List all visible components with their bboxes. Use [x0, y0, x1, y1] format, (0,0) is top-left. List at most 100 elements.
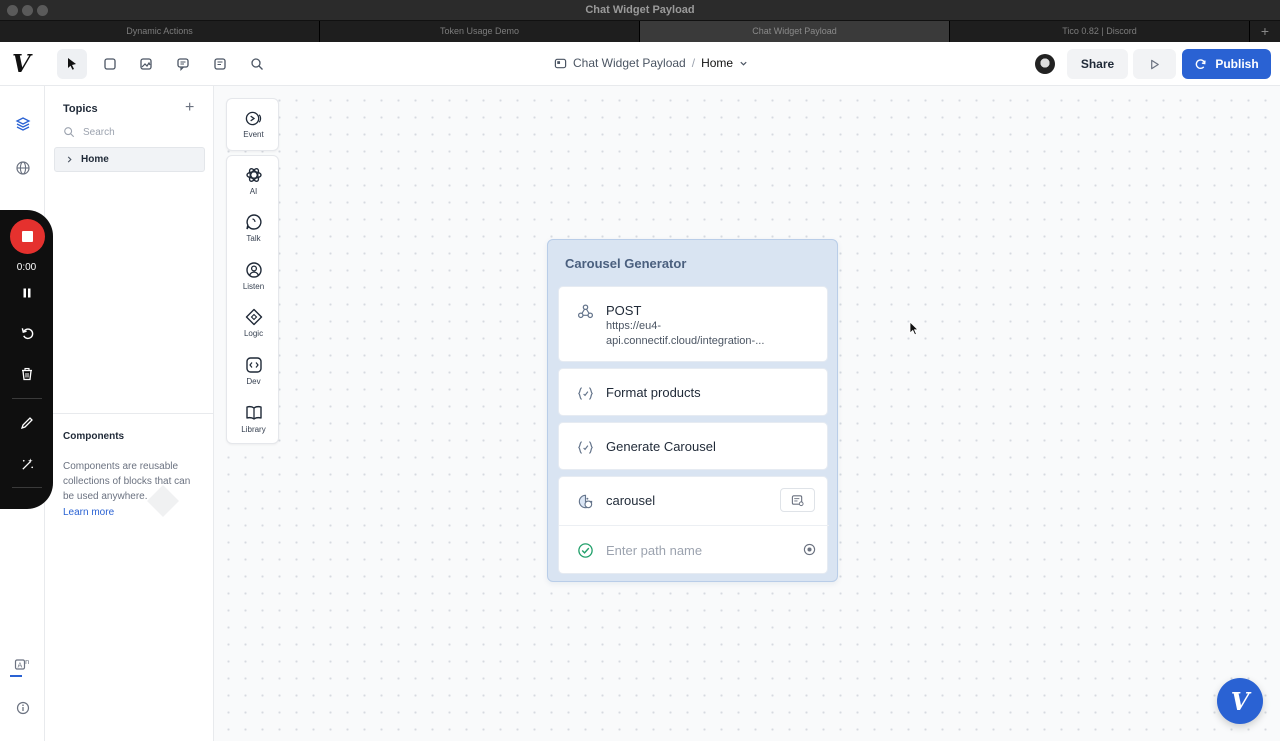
pause-icon[interactable]: [18, 284, 36, 302]
chat-launcher-button[interactable]: V: [1217, 678, 1263, 724]
comment-tool-button[interactable]: [168, 49, 198, 79]
user-circle-icon: [245, 262, 262, 278]
chat-bubble-icon: [245, 214, 262, 230]
pointer-icon: [68, 58, 76, 70]
topics-search[interactable]: Search: [63, 126, 115, 138]
card-settings-icon: [791, 494, 804, 506]
step-title: Generate Carousel: [606, 439, 716, 454]
palette-item-event[interactable]: Event: [227, 110, 280, 139]
step-divider: [559, 525, 829, 526]
carousel-icon: [576, 492, 594, 510]
node-title[interactable]: Carousel Generator: [565, 256, 686, 271]
palette-label: Logic: [243, 329, 264, 338]
window-titlebar: Chat Widget Payload: [0, 0, 1280, 21]
share-button[interactable]: Share: [1067, 49, 1128, 79]
magic-wand-icon[interactable]: [18, 455, 36, 473]
path-name-input[interactable]: Enter path name: [606, 543, 702, 558]
topics-title: Topics: [63, 103, 98, 115]
step-generate-carousel[interactable]: Generate Carousel: [558, 422, 828, 470]
search-tool-button[interactable]: [242, 49, 272, 79]
restart-icon[interactable]: [18, 324, 36, 342]
palette-item-ai[interactable]: AI: [227, 166, 280, 196]
palette-label: AI: [249, 187, 258, 196]
breadcrumb-project[interactable]: Chat Widget Payload: [573, 56, 686, 70]
notes-tool-button[interactable]: [205, 49, 235, 79]
mouse-cursor-icon: [909, 321, 919, 336]
trash-icon[interactable]: [18, 365, 36, 383]
carousel-settings-button[interactable]: [780, 488, 815, 512]
recording-divider: [12, 487, 42, 488]
translate-icon[interactable]: An: [14, 656, 32, 674]
palette-label: Talk: [246, 234, 261, 243]
diamond-icon: [245, 308, 262, 326]
step-format-products[interactable]: Format products: [558, 368, 828, 416]
window-title: Chat Widget Payload: [585, 4, 695, 16]
palette-item-dev[interactable]: Dev: [227, 356, 280, 386]
palette-item-library[interactable]: Library: [227, 404, 280, 434]
book-icon: [245, 406, 262, 420]
palette-item-listen[interactable]: Listen: [227, 261, 280, 291]
publish-label: Publish: [1215, 57, 1259, 71]
function-icon: [576, 438, 594, 456]
palette-item-logic[interactable]: Logic: [227, 308, 280, 338]
notes-icon: [214, 58, 226, 70]
chevron-down-icon: [740, 61, 747, 66]
search-placeholder: Search: [83, 126, 115, 138]
topic-item-home[interactable]: Home: [54, 147, 205, 172]
tab-dynamic-actions[interactable]: Dynamic Actions: [0, 21, 320, 42]
tab-chat-widget-payload[interactable]: Chat Widget Payload: [640, 21, 950, 42]
layers-icon[interactable]: [14, 115, 32, 133]
panel-divider: [45, 413, 214, 414]
breadcrumb: Chat Widget Payload / Home: [554, 56, 748, 70]
add-topic-icon[interactable]: +: [185, 99, 194, 117]
recording-divider: [12, 398, 42, 399]
project-icon: [554, 58, 567, 68]
step-title: Format products: [606, 385, 701, 400]
stop-icon: [22, 231, 33, 242]
webhook-icon: [576, 302, 594, 320]
topic-label: Home: [81, 154, 109, 165]
image-tool-button[interactable]: [131, 49, 161, 79]
carousel-generator-node[interactable]: Carousel Generator POST https://eu4-api.…: [547, 239, 838, 582]
search-icon: [64, 127, 75, 138]
check-circle-icon: [576, 541, 594, 559]
topics-panel: Topics + Search Home Components Componen…: [45, 86, 214, 741]
stop-recording-button[interactable]: [10, 219, 45, 254]
step-url: https://eu4-api.connectif.cloud/integrat…: [606, 320, 765, 347]
run-button[interactable]: [1133, 49, 1176, 79]
step-post-request[interactable]: POST https://eu4-api.connectif.cloud/int…: [558, 286, 828, 362]
palette-label: Dev: [246, 377, 261, 386]
avatar[interactable]: [1035, 54, 1055, 74]
palette-blocks-group: AI Talk Listen Logic Dev Library: [226, 155, 279, 444]
publish-button[interactable]: Publish: [1182, 49, 1271, 79]
image-icon: [140, 58, 152, 70]
voiceflow-logo[interactable]: V: [12, 52, 38, 78]
recording-toolbar: 0:00: [0, 210, 53, 509]
step-title: carousel: [606, 493, 656, 508]
pen-icon[interactable]: [18, 414, 36, 432]
language-indicator: [10, 675, 22, 677]
function-icon: [576, 384, 594, 402]
info-icon[interactable]: [14, 699, 32, 717]
svg-text:n: n: [25, 658, 29, 666]
browser-tab-strip: Dynamic Actions Token Usage Demo Chat Wi…: [0, 21, 1280, 42]
path-port-icon[interactable]: [803, 543, 816, 561]
refresh-icon: [1196, 58, 1206, 69]
globe-icon[interactable]: [14, 159, 32, 177]
breadcrumb-page[interactable]: Home: [701, 56, 733, 70]
palette-item-talk[interactable]: Talk: [227, 213, 280, 243]
comment-icon: [177, 58, 189, 71]
step-carousel[interactable]: carousel Enter path name: [558, 476, 829, 574]
plus-icon[interactable]: +: [1250, 21, 1280, 42]
tab-token-usage-demo[interactable]: Token Usage Demo: [320, 21, 640, 42]
learn-more-link[interactable]: Learn more: [63, 507, 114, 518]
pointer-tool-button[interactable]: [57, 49, 87, 79]
svg-text:A: A: [18, 662, 23, 670]
block-tool-button[interactable]: [95, 49, 125, 79]
palette-event-group: Event: [226, 98, 279, 151]
code-icon: [245, 357, 262, 373]
tab-tico-discord[interactable]: Tico 0.82 | Discord: [950, 21, 1250, 42]
square-icon: [104, 58, 116, 70]
recording-time: 0:00: [16, 262, 37, 273]
components-title: Components: [63, 431, 125, 442]
